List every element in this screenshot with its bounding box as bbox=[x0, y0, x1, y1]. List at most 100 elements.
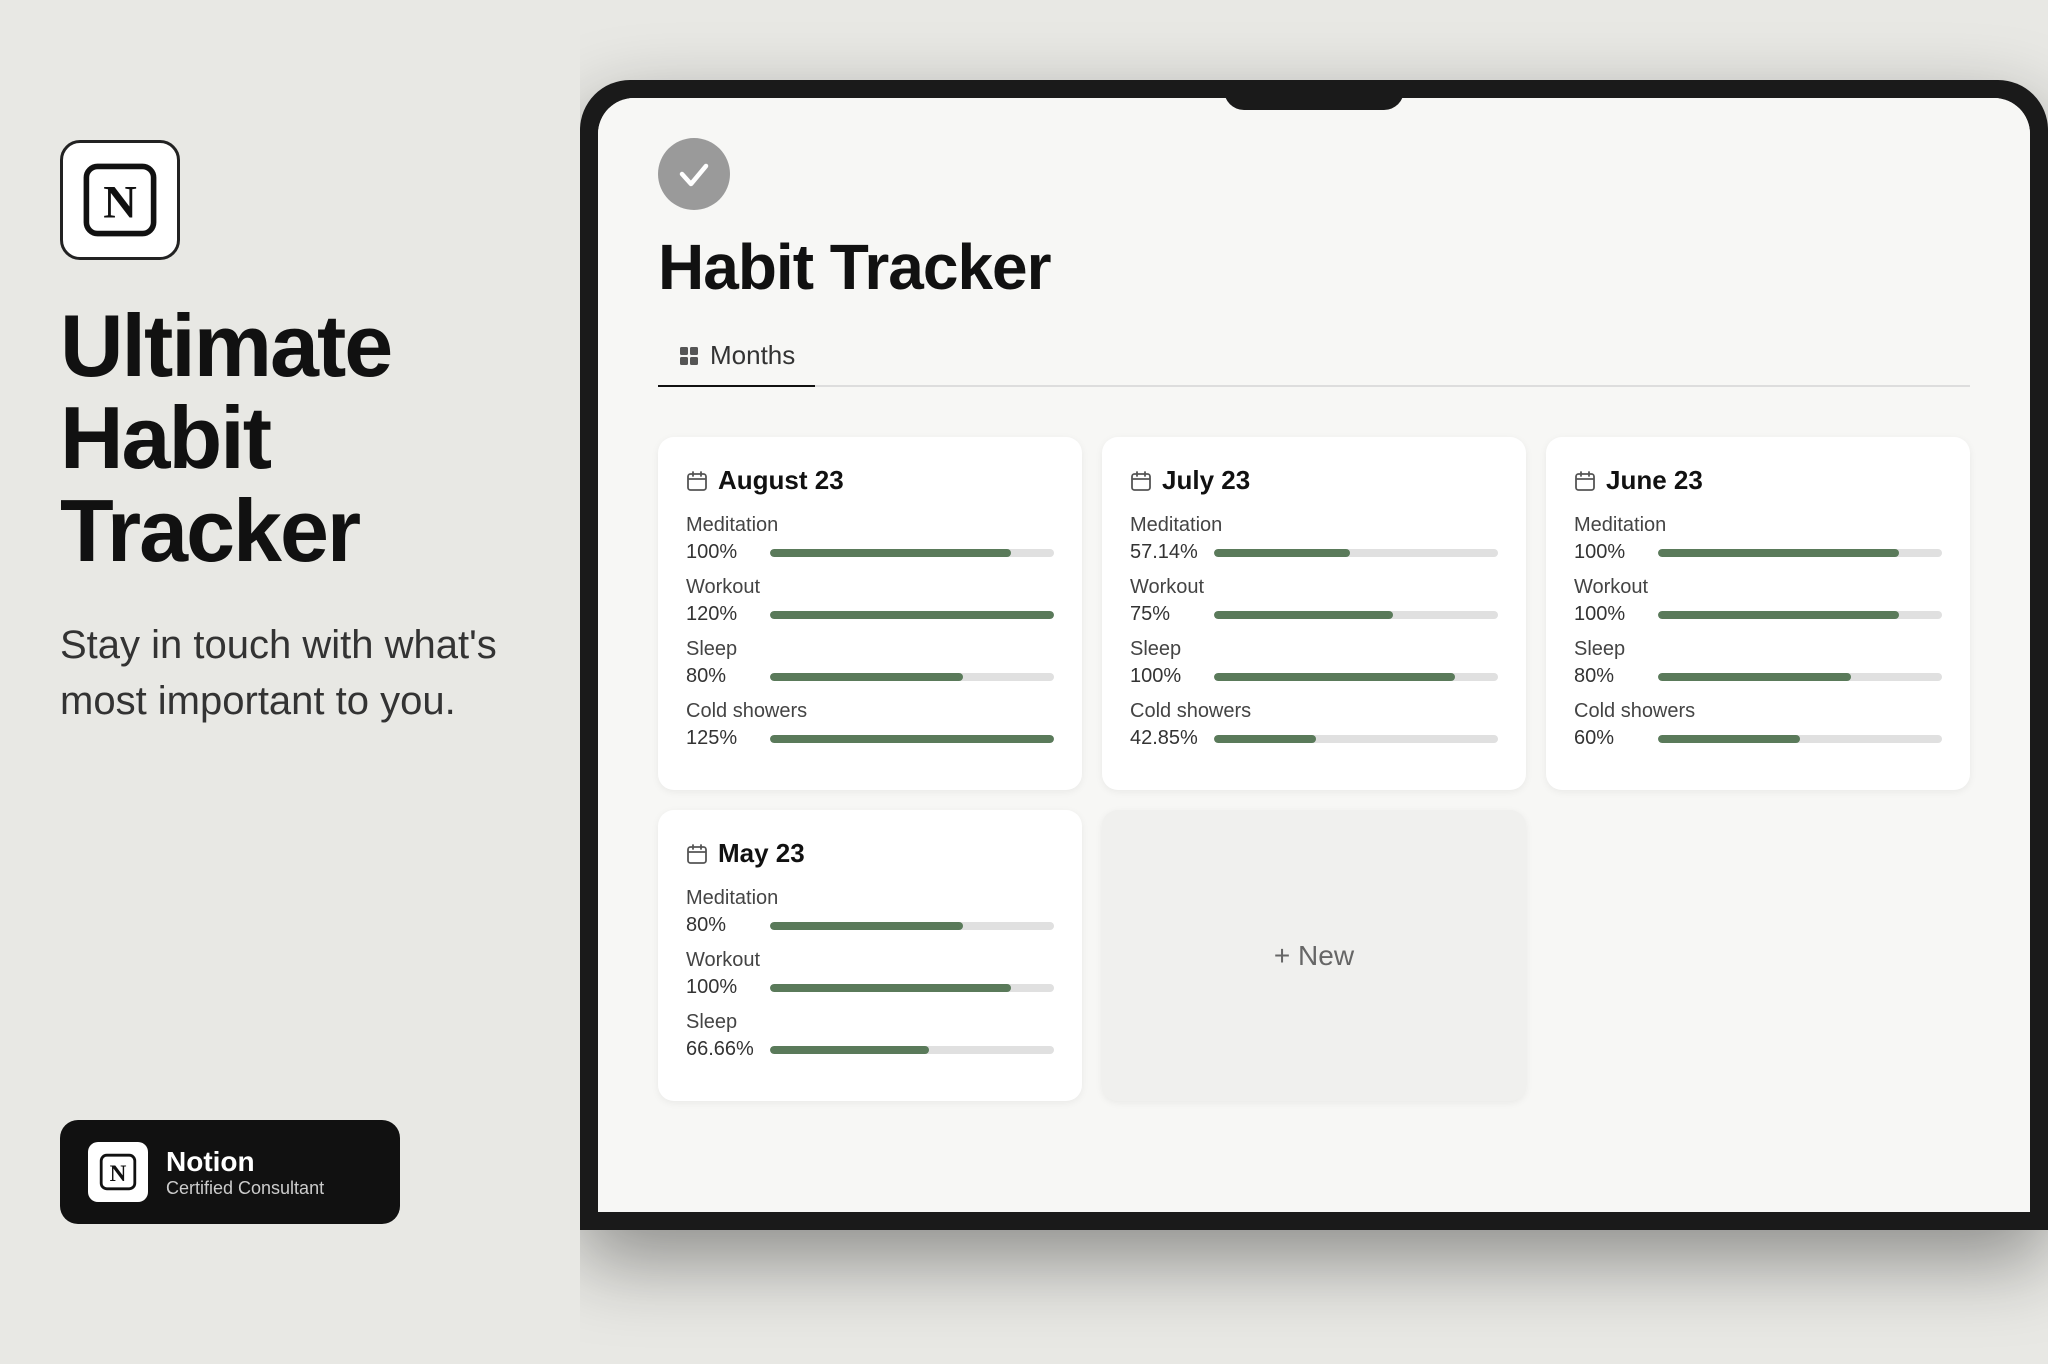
habit-bar-row: 66.66% bbox=[686, 1038, 1054, 1061]
page-title: Habit Tracker bbox=[658, 230, 1970, 304]
certified-badge: N Notion Certified Consultant bbox=[60, 1120, 400, 1224]
habit-name: Meditation bbox=[686, 887, 1054, 910]
habit-card: May 23 Meditation 80% Workout 100% bbox=[658, 810, 1082, 1101]
habit-bar-bg bbox=[1214, 611, 1498, 619]
habit-name: Sleep bbox=[1130, 638, 1498, 661]
habit-bar-fill bbox=[770, 922, 963, 930]
habit-row: Workout 75% bbox=[1130, 576, 1498, 626]
habit-bar-fill bbox=[770, 984, 1011, 992]
habit-name: Cold showers bbox=[686, 700, 1054, 723]
habit-pct: 75% bbox=[1130, 603, 1202, 626]
habit-bar-fill bbox=[1214, 735, 1316, 743]
habit-name: Workout bbox=[1130, 576, 1498, 599]
habit-name: Meditation bbox=[1574, 514, 1942, 537]
badge-certified-label: Certified Consultant bbox=[166, 1178, 324, 1199]
badge-notion-label: Notion bbox=[166, 1146, 324, 1178]
habit-bar-row: 42.85% bbox=[1130, 727, 1498, 750]
svg-text:N: N bbox=[103, 178, 137, 229]
habit-row: Meditation 57.14% bbox=[1130, 514, 1498, 564]
habit-name: Sleep bbox=[1574, 638, 1942, 661]
month-label: June 23 bbox=[1606, 465, 1703, 496]
habit-bar-row: 60% bbox=[1574, 727, 1942, 750]
month-label: July 23 bbox=[1162, 465, 1250, 496]
habit-bar-fill bbox=[770, 735, 1054, 743]
calendar-icon bbox=[686, 470, 708, 492]
habit-bar-row: 100% bbox=[1130, 665, 1498, 688]
habit-row: Sleep 100% bbox=[1130, 638, 1498, 688]
habit-bar-bg bbox=[1658, 549, 1942, 557]
habit-card: July 23 Meditation 57.14% Workout 75% bbox=[1102, 437, 1526, 790]
habit-card: June 23 Meditation 100% Workout 100% bbox=[1546, 437, 1970, 790]
habit-name: Cold showers bbox=[1130, 700, 1498, 723]
habit-name: Sleep bbox=[686, 638, 1054, 661]
habit-pct: 100% bbox=[1574, 603, 1646, 626]
habit-bar-row: 100% bbox=[686, 976, 1054, 999]
card-month-header: July 23 bbox=[1130, 465, 1498, 496]
habit-bar-bg bbox=[770, 922, 1054, 930]
habit-bar-row: 80% bbox=[686, 665, 1054, 688]
tablet-notch bbox=[1224, 80, 1404, 110]
right-panel: Habit Tracker Months bbox=[580, 0, 2048, 1364]
habit-row: Meditation 100% bbox=[1574, 514, 1942, 564]
tablet-screen: Habit Tracker Months bbox=[598, 98, 2030, 1212]
habit-bar-fill bbox=[1214, 611, 1393, 619]
notion-content: August 23 Meditation 100% Workout 120% bbox=[598, 407, 2030, 1212]
habit-bar-bg bbox=[770, 735, 1054, 743]
habit-row: Sleep 80% bbox=[1574, 638, 1942, 688]
habit-name: Meditation bbox=[1130, 514, 1498, 537]
habit-bar-row: 80% bbox=[686, 914, 1054, 937]
new-label: + New bbox=[1274, 940, 1354, 972]
habit-row: Workout 100% bbox=[686, 949, 1054, 999]
habit-row: Workout 100% bbox=[1574, 576, 1942, 626]
habit-bar-fill bbox=[770, 611, 1054, 619]
habit-row: Meditation 100% bbox=[686, 514, 1054, 564]
habit-bar-fill bbox=[770, 673, 963, 681]
card-month-header: May 23 bbox=[686, 838, 1054, 869]
habit-row: Meditation 80% bbox=[686, 887, 1054, 937]
habit-row: Sleep 66.66% bbox=[686, 1011, 1054, 1061]
habit-row: Cold showers 42.85% bbox=[1130, 700, 1498, 750]
habit-row: Sleep 80% bbox=[686, 638, 1054, 688]
habit-bar-row: 80% bbox=[1574, 665, 1942, 688]
habit-pct: 66.66% bbox=[686, 1038, 758, 1061]
habit-bar-bg bbox=[770, 611, 1054, 619]
habit-bar-bg bbox=[770, 1046, 1054, 1054]
habit-name: Workout bbox=[686, 949, 1054, 972]
svg-text:N: N bbox=[110, 1161, 127, 1187]
habit-bar-bg bbox=[1214, 549, 1498, 557]
left-content: N Ultimate Habit Tracker Stay in touch w… bbox=[60, 80, 520, 729]
habit-bar-bg bbox=[770, 673, 1054, 681]
main-headline: Ultimate Habit Tracker bbox=[60, 300, 520, 577]
habit-bar-fill bbox=[1658, 611, 1899, 619]
habit-bar-bg bbox=[1214, 735, 1498, 743]
habit-row: Workout 120% bbox=[686, 576, 1054, 626]
habit-name: Sleep bbox=[686, 1011, 1054, 1034]
grid-icon bbox=[678, 345, 700, 367]
habit-pct: 57.14% bbox=[1130, 541, 1202, 564]
badge-text: Notion Certified Consultant bbox=[166, 1146, 324, 1199]
habit-bar-bg bbox=[1214, 673, 1498, 681]
habit-pct: 125% bbox=[686, 727, 758, 750]
tab-months[interactable]: Months bbox=[658, 328, 815, 387]
tablet-device: Habit Tracker Months bbox=[580, 80, 2048, 1230]
habit-pct: 80% bbox=[1574, 665, 1646, 688]
calendar-icon bbox=[686, 843, 708, 865]
habit-card: August 23 Meditation 100% Workout 120% bbox=[658, 437, 1082, 790]
habit-pct: 60% bbox=[1574, 727, 1646, 750]
habit-name: Workout bbox=[1574, 576, 1942, 599]
new-card-inner: + New bbox=[1274, 940, 1354, 972]
month-label: August 23 bbox=[718, 465, 844, 496]
habit-pct: 80% bbox=[686, 665, 758, 688]
badge-notion-icon: N bbox=[88, 1142, 148, 1202]
new-card[interactable]: + New bbox=[1102, 810, 1526, 1101]
month-label: May 23 bbox=[718, 838, 805, 869]
cards-grid: August 23 Meditation 100% Workout 120% bbox=[658, 437, 1970, 1101]
habit-pct: 120% bbox=[686, 603, 758, 626]
habit-bar-row: 57.14% bbox=[1130, 541, 1498, 564]
habit-bar-fill bbox=[1658, 735, 1800, 743]
habit-name: Workout bbox=[686, 576, 1054, 599]
habit-bar-fill bbox=[1658, 673, 1851, 681]
habit-bar-fill bbox=[770, 1046, 929, 1054]
habit-bar-bg bbox=[770, 549, 1054, 557]
habit-bar-row: 100% bbox=[1574, 603, 1942, 626]
